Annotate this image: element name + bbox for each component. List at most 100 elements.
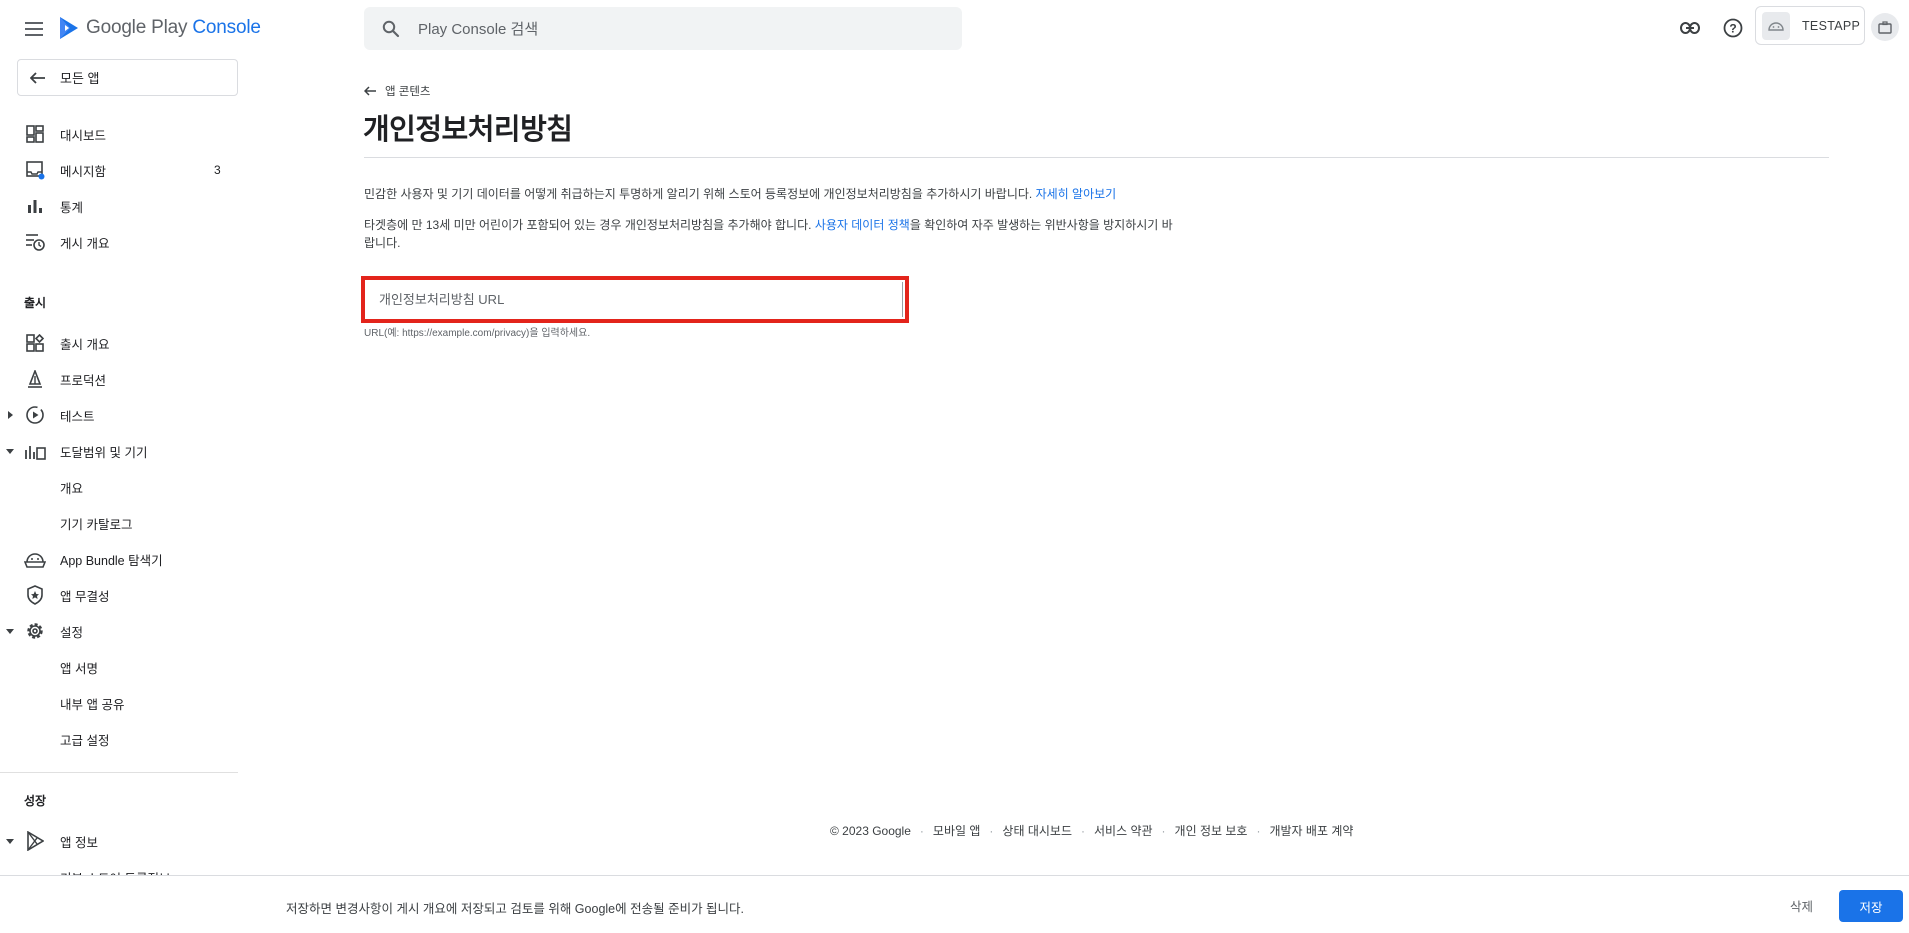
sidebar-item-label: 출시 개요 [60,337,110,352]
app-bundle-icon [24,548,46,570]
description-text: 타겟층에 만 13세 미만 어린이가 포함되어 있는 경우 개인정보처리방침을 … [364,218,815,232]
play-console-logo[interactable]: Google Play Console [58,16,261,40]
sidebar-item-statistics[interactable]: 통계 [0,190,238,222]
sidebar-item-release-overview[interactable]: 출시 개요 [0,327,238,359]
chevron-down-icon[interactable] [4,835,16,847]
save-button[interactable]: 저장 [1839,890,1903,922]
sidebar-item-production[interactable]: 프로덕션 [0,363,238,395]
chevron-down-icon[interactable] [4,445,16,457]
sidebar-subitem-device-catalog[interactable]: 기기 카탈로그 [0,507,238,539]
all-apps-button[interactable]: 모든 앱 [17,59,238,96]
search-placeholder: Play Console 검색 [418,21,539,38]
sidebar-item-settings[interactable]: 설정 [0,615,238,647]
svg-text:?: ? [1729,22,1736,36]
chevron-down-icon[interactable] [4,625,16,637]
sidebar-item-label: 대시보드 [60,128,107,143]
privacy-policy-url-input[interactable] [367,282,903,317]
bar-chart-icon [24,195,46,217]
settings-gear-icon [24,620,46,642]
sidebar-item-label: 프로덕션 [60,373,107,388]
sidebar-item-label: 게시 개요 [60,236,110,251]
sidebar-item-label: 설정 [60,625,84,640]
app-name: TESTAPP [1802,18,1861,33]
footer-link-terms[interactable]: 서비스 약관 [1094,822,1153,839]
dashboard-icon [24,123,46,145]
sidebar-item-label: 고급 설정 [60,733,110,748]
sidebar-subitem-advanced-settings[interactable]: 고급 설정 [0,723,238,755]
sidebar-item-label: 통계 [60,200,84,215]
sidebar-item-label: 개요 [60,481,84,496]
production-icon [24,368,46,390]
sidebar-item-dashboard[interactable]: 대시보드 [0,118,238,150]
save-bar: 저장하면 변경사항이 게시 개요에 저장되고 검토를 위해 Google에 전송… [0,875,1909,933]
sidebar-nav: 모든 앱 대시보드 메시지함 3 통계 게시 개요 출시 출시 개요 프로덕션 … [0,56,238,876]
sidebar-item-label: 내부 앱 공유 [60,697,125,712]
sidebar-item-label: App Bundle 탐색기 [60,553,163,568]
testing-icon [24,404,46,426]
footer-link-mobile-app[interactable]: 모바일 앱 [933,822,981,839]
breadcrumb-back-app-content[interactable]: 앱 콘텐츠 [364,83,431,99]
page-footer: © 2023 Google · 모바일 앱 · 상태 대시보드 · 서비스 약관… [830,822,1353,839]
arrow-back-icon [364,86,376,96]
sidebar-item-label: 앱 정보 [60,835,98,850]
sidebar-item-label: 테스트 [60,409,95,424]
help-icon[interactable]: ? [1720,15,1746,41]
sidebar-item-label: 기기 카탈로그 [60,517,133,532]
sidebar-item-testing[interactable]: 테스트 [0,399,238,431]
copyright-text: © 2023 Google [830,823,911,838]
sidebar-item-label: 앱 무결성 [60,589,110,604]
reach-devices-icon [24,440,46,462]
sidebar-item-reach-devices[interactable]: 도달범위 및 기기 [0,435,238,467]
footer-link-distribution-agreement[interactable]: 개발자 배포 계약 [1269,822,1353,839]
sidebar-item-inbox[interactable]: 메시지함 3 [0,154,238,186]
user-data-policy-link[interactable]: 사용자 데이터 정책 [815,218,910,232]
separator-dot: · [1161,823,1166,838]
footer-link-status-dashboard[interactable]: 상태 대시보드 [1002,822,1072,839]
sidebar-item-store-presence[interactable]: 앱 정보 [0,825,238,857]
sidebar-subitem-app-signing[interactable]: 앱 서명 [0,651,238,683]
search-icon [382,20,400,37]
sidebar-item-app-integrity[interactable]: 앱 무결성 [0,579,238,611]
play-store-icon [24,830,46,852]
sidebar-subitem-internal-app-sharing[interactable]: 내부 앱 공유 [0,687,238,719]
inbox-icon [24,159,46,181]
sidebar-item-publishing-overview[interactable]: 게시 개요 [0,226,238,258]
sidebar-item-app-bundle-explorer[interactable]: App Bundle 탐색기 [0,543,238,575]
sidebar-subitem-main-store-listing[interactable]: 기본 스토어 등록정보 [0,861,238,877]
save-bar-message: 저장하면 변경사항이 게시 개요에 저장되고 검토를 위해 Google에 전송… [286,902,745,916]
top-app-bar: Google Play Console Play Console 검색 ? TE… [0,0,1909,56]
footer-link-privacy[interactable]: 개인 정보 보호 [1175,822,1248,839]
play-logo-icon [60,17,78,39]
learn-more-link[interactable]: 자세히 알아보기 [1036,187,1117,201]
publishing-overview-icon [24,231,46,253]
release-overview-icon [24,332,46,354]
search-bar[interactable]: Play Console 검색 [364,7,962,50]
title-divider [364,157,1829,158]
sidebar-subitem-overview[interactable]: 개요 [0,471,238,503]
sidebar-item-label: 메시지함 [60,164,107,179]
chevron-right-icon[interactable] [4,409,16,421]
section-heading-growth: 성장 [24,794,47,808]
sidebar-item-label: 도달범위 및 기기 [60,445,148,460]
privacy-url-highlight [361,276,909,323]
url-helper-text: URL(예: https://example.com/privacy)을 입력하… [364,328,591,339]
separator-dot: · [919,823,924,838]
all-apps-label: 모든 앱 [60,71,100,86]
section-heading-release: 출시 [24,296,47,310]
description-text: 민감한 사용자 및 기기 데이터를 어떻게 취급하는지 투명하게 알리기 위해 … [364,187,1036,201]
separator-dot: · [989,823,994,838]
page-title: 개인정보처리방침 [363,114,573,146]
arrow-back-icon [30,71,45,84]
logo-text: Google Play Console [86,17,261,38]
description-paragraph-2: 타겟층에 만 13세 미만 어린이가 포함되어 있는 경우 개인정보처리방침을 … [364,216,1174,252]
app-switcher-button[interactable]: TESTAPP [1755,6,1865,45]
description-paragraph-1: 민감한 사용자 및 기기 데이터를 어떻게 취급하는지 투명하게 알리기 위해 … [364,185,1174,203]
discard-button[interactable]: 삭제 [1790,896,1813,915]
inbox-count-badge: 3 [214,163,221,177]
link-icon[interactable] [1677,15,1703,41]
developer-account-icon[interactable] [1871,13,1899,41]
hamburger-menu-icon[interactable] [22,17,46,41]
separator-dot: · [1256,823,1261,838]
sidebar-item-label: 앱 서명 [60,661,98,676]
sidebar-divider [0,772,238,773]
